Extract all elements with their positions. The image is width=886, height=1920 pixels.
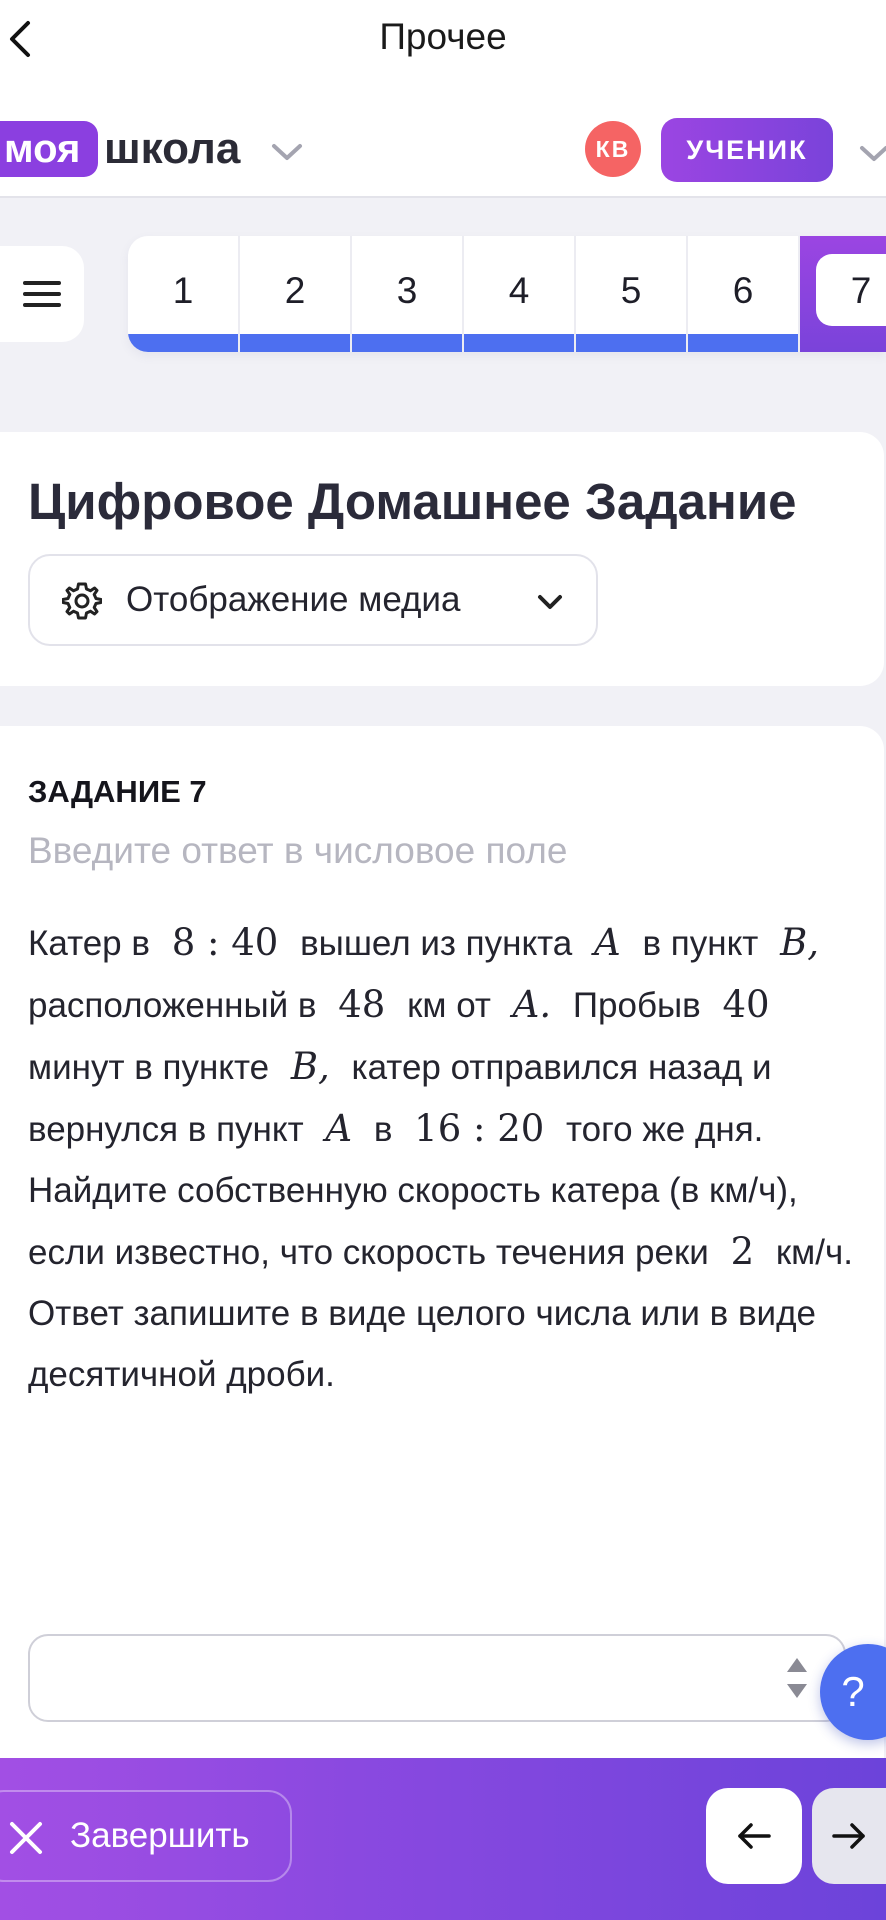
task-tab-number: 1 — [172, 270, 194, 311]
task-text-fragment: в пункт — [642, 924, 759, 963]
task-tab-2[interactable]: 2 — [240, 236, 352, 352]
task-completed-bar — [240, 334, 350, 352]
task-text-fragment: Пробыв — [572, 986, 701, 1025]
task-completed-bar — [128, 334, 238, 352]
top-nav-bar: Прочее — [0, 0, 886, 78]
arrow-left-icon — [738, 1823, 771, 1849]
media-display-dropdown[interactable]: Отображение медиа — [28, 554, 598, 646]
math-time: 16 : 20 — [414, 1107, 545, 1150]
task-tab-4[interactable]: 4 — [464, 236, 576, 352]
math-number: 48 — [338, 983, 386, 1026]
page-section-title: Прочее — [379, 16, 507, 57]
arrow-right-icon — [832, 1823, 865, 1849]
task-tab-number: 6 — [732, 270, 754, 311]
task-tab-3[interactable]: 3 — [352, 236, 464, 352]
previous-task-button[interactable] — [706, 1788, 802, 1884]
finish-button-label: Завершить — [70, 1816, 250, 1855]
task-text-fragment: в — [373, 1110, 393, 1149]
task-completed-bar — [576, 334, 686, 352]
bottom-action-bar: Завершить — [0, 1758, 886, 1920]
role-badge[interactable]: УЧЕНИК — [661, 118, 833, 182]
task-hint: Введите ответ в числовое поле — [28, 830, 568, 871]
task-tab-1[interactable]: 1 — [128, 236, 240, 352]
math-number: 40 — [722, 983, 770, 1026]
answer-input[interactable] — [28, 1634, 846, 1722]
chevron-down-icon[interactable] — [268, 138, 306, 166]
task-text-fragment: расположенный в — [28, 986, 317, 1025]
task-tab-6[interactable]: 6 — [688, 236, 800, 352]
next-task-button[interactable] — [812, 1788, 886, 1884]
chevron-down-icon — [538, 595, 562, 609]
task-text-fragment: минут в пункте — [28, 1048, 270, 1087]
task-tab-number: 2 — [284, 270, 306, 311]
task-text-fragment: вышел из пункта — [300, 924, 573, 963]
close-icon — [10, 1822, 42, 1854]
task-tab-number: 3 — [396, 270, 418, 311]
logo-shkola[interactable]: школа — [104, 121, 240, 177]
page-title: Цифровое Домашнее Задание — [28, 473, 797, 530]
logo-moya[interactable]: моя — [0, 121, 99, 177]
task-navigator: 1 2 3 4 5 6 7 — [128, 236, 886, 352]
task-completed-bar — [464, 334, 574, 352]
math-point: A. — [512, 983, 552, 1026]
task-heading: ЗАДАНИЕ 7 — [28, 774, 207, 809]
task-tab-number: 5 — [620, 270, 642, 311]
task-completed-bar — [688, 334, 798, 352]
media-display-label: Отображение медиа — [126, 580, 461, 619]
homework-title-card: Цифровое Домашнее Задание Отображение ме… — [0, 432, 884, 686]
task-tab-5[interactable]: 5 — [576, 236, 688, 352]
math-time: 8 : 40 — [171, 921, 279, 964]
number-spinner-icon[interactable] — [784, 1654, 810, 1702]
app-header: моя школа КВ УЧЕНИК — [0, 78, 886, 198]
math-point: A — [325, 1107, 353, 1150]
math-point: A — [594, 921, 621, 964]
task-card: ЗАДАНИЕ 7 Введите ответ в числовое поле … — [0, 726, 884, 1766]
math-point: B, — [780, 921, 820, 964]
finish-button[interactable]: Завершить — [0, 1790, 292, 1882]
task-tab-number: 7 — [850, 270, 872, 311]
task-completed-bar — [352, 334, 462, 352]
hamburger-menu-icon — [23, 281, 61, 307]
task-text: Катер в 8 : 40 вышел из пункта A в пункт… — [28, 912, 858, 1405]
task-text-fragment: км от — [407, 986, 491, 1025]
avatar[interactable]: КВ — [585, 121, 641, 177]
gear-icon — [62, 582, 102, 620]
chevron-down-icon[interactable] — [858, 140, 886, 166]
task-tab-number: 4 — [508, 270, 530, 311]
math-number: 2 — [730, 1230, 755, 1273]
task-text-fragment: Катер в — [28, 924, 150, 963]
math-point: B, — [290, 1045, 330, 1088]
task-tab-7[interactable]: 7 — [800, 236, 886, 352]
menu-button[interactable] — [0, 246, 84, 342]
